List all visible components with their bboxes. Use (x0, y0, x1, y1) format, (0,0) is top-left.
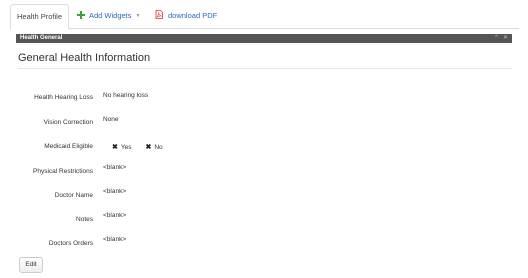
panel-controls: ^ ✕ (490, 34, 508, 43)
add-widgets-dropdown[interactable]: Add Widgets ▼ (77, 4, 140, 29)
field-label-physical-restrictions: Physical Restrictions (33, 168, 93, 175)
download-pdf-label: download PDF (168, 11, 218, 20)
edit-button[interactable]: Edit (19, 257, 43, 273)
medicaid-options: ✖ Yes ✖ No (112, 143, 177, 151)
divider (18, 68, 512, 69)
field-value-notes: <blank> (103, 212, 127, 219)
field-label-hearing-loss: Health Hearing Loss (34, 94, 93, 101)
field-value-doctor-name: <blank> (103, 188, 127, 195)
health-profile-page: Health Profile Add Widgets ▼ download PDF… (0, 0, 528, 278)
collapse-icon[interactable]: ^ (495, 35, 498, 41)
section-title: General Health Information (18, 52, 151, 64)
add-widgets-label: Add Widgets (89, 11, 132, 20)
field-label-doctors-orders: Doctors Orders (48, 240, 93, 247)
field-label-medicaid-eligible: Medicaid Eligible (44, 143, 93, 150)
field-value-physical-restrictions: <blank> (103, 164, 127, 171)
x-icon: ✖ (112, 144, 118, 151)
panel-header: Health General ^ ✕ (16, 34, 512, 43)
field-value-hearing-loss: No hearing loss (103, 92, 149, 99)
field-label-doctor-name: Doctor Name (54, 192, 93, 199)
field-label-vision-correction: Vision Correction (43, 119, 93, 126)
x-icon: ✖ (145, 144, 152, 151)
option-yes: ✖ Yes (112, 143, 131, 151)
field-label-notes: Notes (76, 216, 93, 223)
panel-header-title: Health General (20, 35, 63, 41)
option-no: ✖ No (145, 143, 162, 151)
download-pdf-link[interactable]: download PDF (155, 4, 217, 29)
option-no-label: No (154, 144, 163, 151)
tab-bar: Health Profile Add Widgets ▼ download PDF (10, 4, 519, 30)
plus-icon (77, 11, 85, 19)
field-value-vision-correction: None (103, 116, 119, 123)
close-icon[interactable]: ✕ (503, 35, 508, 41)
pdf-icon (155, 10, 163, 19)
tab-health-profile[interactable]: Health Profile (10, 4, 69, 30)
caret-down-icon: ▼ (135, 13, 141, 19)
option-yes-label: Yes (120, 144, 132, 151)
field-value-doctors-orders: <blank> (103, 236, 127, 243)
